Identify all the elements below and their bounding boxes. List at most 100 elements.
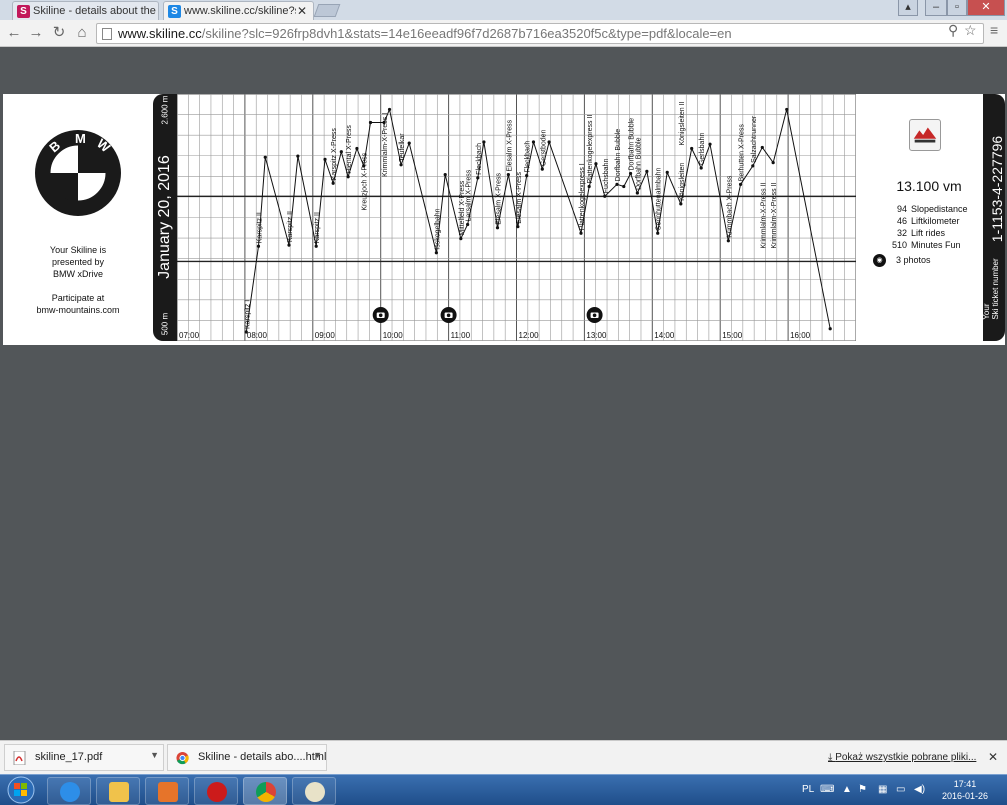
ski-ticket-number: 1-1153-4-227796 — [989, 135, 1005, 243]
download-item-html[interactable]: Skiline - details abo....html ▼ — [167, 744, 327, 771]
x-tick-label: 07:00 — [179, 331, 200, 340]
x-tick-label: 14:00 — [654, 331, 675, 340]
forward-icon[interactable]: → — [27, 24, 45, 42]
altitude-point — [459, 237, 463, 241]
tab-label: Skiline - details about the — [33, 5, 156, 17]
taskbar-explorer[interactable] — [96, 777, 140, 805]
tab-label: www.skiline.cc/skiline?slc= — [184, 5, 296, 17]
lift-label: Teufelkar — [399, 133, 406, 162]
lift-label: Kreuzjoch X-Press — [362, 152, 369, 210]
chevron-down-icon[interactable]: ▼ — [313, 750, 322, 760]
altitude-point — [506, 172, 510, 177]
lift-label: Karspitz X-Press — [331, 128, 338, 181]
stat-slopedistance: 94 Slopedistance — [896, 204, 968, 214]
chevron-down-icon[interactable]: ▼ — [150, 750, 159, 760]
bookmark-star-icon[interactable]: ☆ — [964, 22, 977, 39]
altitude-point — [531, 140, 536, 144]
altitude-point — [443, 172, 447, 177]
photos-count: ◉ 3 photos — [873, 254, 931, 267]
stats-panel: 13.100 vm 94 Slopedistance 46 Liftkilomete… — [859, 94, 983, 341]
altitude-point — [263, 155, 267, 159]
back-icon[interactable]: ← — [5, 24, 23, 42]
skiline-favicon-icon: S — [168, 5, 181, 18]
tab-skiline-pdf[interactable]: S www.skiline.cc/skiline?slc= ✕ — [163, 1, 314, 20]
lift-label: Königsleiten — [679, 163, 686, 201]
download-item-pdf[interactable]: skiline_17.pdf ▼ — [4, 744, 164, 771]
lift-label: Salzachtrunner — [751, 115, 758, 163]
monitor-icon[interactable]: ▭ — [896, 784, 905, 795]
flag-icon[interactable]: ⚑ — [858, 784, 867, 795]
close-window-icon[interactable]: ✕ — [967, 0, 1005, 16]
opera-icon — [207, 782, 227, 802]
altitude-point — [690, 146, 694, 151]
bmw-letter: M — [75, 131, 86, 146]
lift-label: Gerlsbahn — [699, 133, 706, 165]
participate-line: Participate at — [51, 293, 105, 303]
user-icon[interactable]: ▴ — [898, 0, 918, 16]
altitude-point — [726, 239, 730, 243]
maximize-icon[interactable]: ▫ — [947, 0, 967, 16]
tab-skiline-details[interactable]: S Skiline - details about the — [12, 1, 159, 20]
altitude-point — [331, 181, 335, 185]
taskbar-opera[interactable] — [194, 777, 238, 805]
keyboard-icon[interactable]: ⌨ — [820, 784, 834, 795]
zoom-icon[interactable]: ⚲ — [948, 22, 958, 39]
close-icon[interactable]: ✕ — [988, 750, 998, 764]
new-tab-button[interactable] — [313, 4, 341, 17]
taskbar-paint[interactable] — [292, 777, 336, 805]
close-tab-icon[interactable]: ✕ — [297, 4, 307, 18]
taskbar-ie[interactable] — [47, 777, 91, 805]
lift-label: Krimmlalm-X-Press II — [760, 182, 767, 248]
tab-strip: S Skiline - details about the S www.skil… — [0, 0, 1007, 20]
altitude-point — [346, 175, 350, 179]
altitude-point — [355, 146, 359, 151]
x-tick-label: 12:00 — [519, 331, 540, 340]
lift-label: Larsalm X-Press — [466, 169, 473, 221]
menu-icon[interactable]: ≡ — [990, 22, 998, 38]
url-host: www.skiline.cc — [118, 26, 202, 41]
x-tick-label: 10:00 — [383, 331, 404, 340]
show-all-downloads-link[interactable]: ⤓ Pokaż wszystkie pobrane pliki... — [828, 752, 976, 763]
altitude-point — [615, 182, 619, 186]
altitude-point — [587, 184, 591, 189]
lift-label: Dorfbahn Bubble — [635, 137, 642, 190]
reload-icon[interactable]: ↻ — [50, 24, 68, 42]
network-icon[interactable]: ▦ — [878, 784, 887, 795]
total-vertical-meters: 13.100 vm — [896, 178, 962, 194]
participate-link[interactable]: bmw-mountains.com — [13, 304, 143, 316]
lift-label: Fleckbach — [476, 143, 483, 175]
language-indicator[interactable]: PL — [802, 784, 814, 795]
altitude-point — [645, 169, 649, 173]
taskbar-media[interactable] — [145, 777, 189, 805]
taskbar: PL ⌨ ▲ ⚑ ▦ ▭ ◀) 17:41 2016-01-26 — [0, 774, 1007, 805]
page-icon — [102, 28, 112, 40]
taskbar-chrome[interactable] — [243, 777, 287, 805]
chrome-icon — [256, 782, 276, 802]
stat-minutes-fun: 510 Minutes Fun — [891, 240, 961, 250]
pdf-icon — [13, 751, 26, 765]
minimize-icon[interactable]: – — [925, 0, 947, 16]
paint-icon — [305, 782, 325, 802]
x-tick-label: 13:00 — [586, 331, 607, 340]
altitude-point — [244, 330, 248, 334]
lift-label: Dorfbahn Bubble — [615, 129, 622, 182]
x-tick-label: 15:00 — [722, 331, 743, 340]
home-icon[interactable]: ⌂ — [73, 24, 91, 42]
tray-expand-icon[interactable]: ▲ — [842, 784, 852, 795]
altitude-point — [628, 171, 633, 176]
address-bar[interactable]: www.skiline.cc/skiline?slc=926frp8dvh1&s… — [96, 23, 984, 44]
lift-label: Hiental X-Press — [346, 125, 353, 174]
lift-label: Königsleiten II — [679, 101, 686, 145]
lift-label: Plattenkogelexpress I — [579, 163, 586, 230]
volume-icon[interactable]: ◀) — [914, 784, 925, 795]
lift-label: Fleckbach — [525, 141, 532, 173]
windows-start-icon[interactable] — [4, 775, 38, 805]
lift-label: Elesalm X-Press — [495, 173, 502, 225]
media-player-icon — [158, 782, 178, 802]
camera-lens — [446, 313, 451, 318]
altitude-point — [540, 167, 544, 171]
system-clock[interactable]: 17:41 2016-01-26 — [940, 778, 990, 802]
altitude-point — [368, 120, 373, 125]
altitude-point — [828, 327, 832, 331]
download-bar: skiline_17.pdf ▼ Skiline - details abo..… — [0, 740, 1007, 774]
